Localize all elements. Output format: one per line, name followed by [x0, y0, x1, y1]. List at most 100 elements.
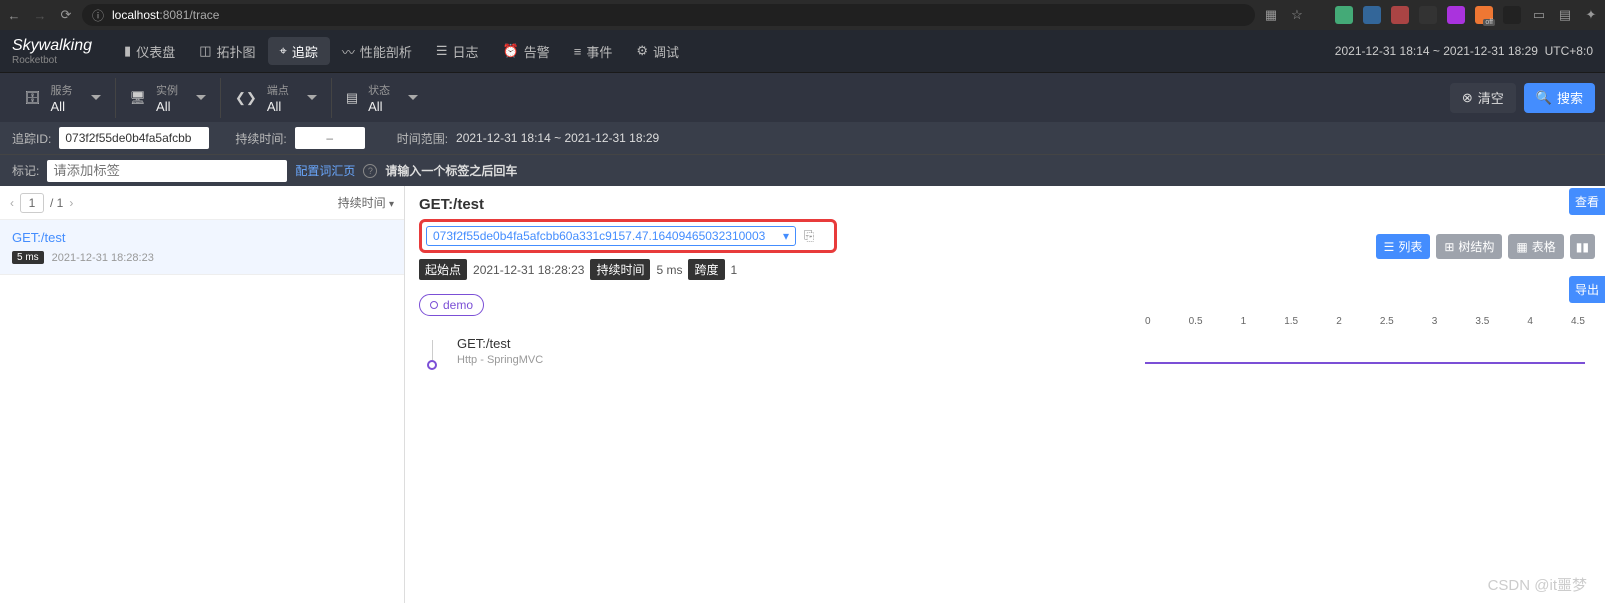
- ext-icon-1[interactable]: [1335, 6, 1353, 24]
- nav-trace[interactable]: ⌖追踪: [268, 37, 330, 65]
- monitor-icon: 🖥: [130, 90, 147, 106]
- log-icon: ☰: [436, 43, 448, 59]
- search-button[interactable]: 🔍搜索: [1524, 83, 1595, 113]
- chevron-down-icon: ▾: [783, 229, 789, 243]
- browser-toolbar: ← → ⟳ ⓘ localhost:8081/trace ▦ ☆ off ▭ ▤…: [0, 0, 1605, 30]
- span-marker: [427, 336, 437, 370]
- circle-icon: [430, 301, 438, 309]
- trace-list-item[interactable]: GET:/test 5 ms 2021-12-31 18:28:23: [0, 220, 404, 275]
- app-header: Skywalking Rocketbot ▮仪表盘 ◫拓扑图 ⌖追踪 〰性能剖析…: [0, 30, 1605, 72]
- nav-log[interactable]: ☰日志: [424, 37, 491, 65]
- trace-id-select[interactable]: 073f2f55de0b4fa5afcbb60a331c9157.47.1640…: [426, 226, 796, 246]
- copy-icon[interactable]: ⎘: [804, 228, 814, 244]
- see-button[interactable]: 查看: [1569, 188, 1605, 215]
- start-label: 起始点: [419, 259, 467, 280]
- view-stats-button[interactable]: ▮▮: [1570, 234, 1595, 259]
- trace-id-input[interactable]: [59, 127, 209, 149]
- meta-row: 起始点 2021-12-31 18:28:23 持续时间 5 ms 跨度 1: [419, 259, 1591, 280]
- chevron-down-icon: [196, 95, 206, 100]
- logo[interactable]: Skywalking Rocketbot: [12, 37, 92, 66]
- logo-sub: Rocketbot: [12, 55, 92, 66]
- url-path: /trace: [189, 8, 219, 22]
- span-bar[interactable]: [1145, 362, 1585, 364]
- alarm-icon: ⏰: [503, 43, 519, 59]
- service-tag[interactable]: demo: [419, 294, 484, 316]
- tag-input[interactable]: [47, 160, 287, 182]
- ext-icon-4[interactable]: [1419, 6, 1437, 24]
- reload-icon[interactable]: ⟳: [58, 7, 74, 23]
- debug-icon: ⚙: [636, 43, 648, 59]
- main-area: ‹ 1 / 1 › 持续时间 ▾ GET:/test 5 ms 2021-12-…: [0, 186, 1605, 603]
- help-icon[interactable]: ?: [363, 164, 377, 178]
- topo-icon: ◫: [199, 43, 211, 59]
- trace-item-name: GET:/test: [12, 230, 392, 245]
- page-total: / 1: [50, 196, 63, 210]
- tree-icon: ⊞: [1444, 240, 1454, 254]
- star-icon[interactable]: ☆: [1289, 7, 1305, 23]
- grid-icon[interactable]: ▦: [1263, 7, 1279, 23]
- ext-icon-2[interactable]: [1363, 6, 1381, 24]
- detail-title: GET:/test: [419, 196, 1591, 213]
- db-icon: 🗄: [24, 90, 41, 106]
- chat-icon[interactable]: ▭: [1531, 7, 1547, 23]
- nav-event[interactable]: ≡事件: [562, 37, 625, 65]
- timerange-value: 2021-12-31 18:14 ~ 2021-12-31 18:29: [456, 131, 659, 145]
- view-list-button[interactable]: ☰列表: [1376, 234, 1431, 259]
- chevron-down-icon: [91, 95, 101, 100]
- ext-icon-3[interactable]: [1391, 6, 1409, 24]
- params-row-2: 标记: 配置词汇页 ? 请输入一个标签之后回车: [0, 154, 1605, 186]
- nav-profile[interactable]: 〰性能剖析: [330, 37, 424, 65]
- span-info: GET:/test Http - SpringMVC: [457, 336, 543, 366]
- tag-hint: 请输入一个标签之后回车: [385, 162, 517, 179]
- ext-icon-7[interactable]: [1503, 6, 1521, 24]
- trace-id-box: 073f2f55de0b4fa5afcbb60a331c9157.47.1640…: [419, 219, 837, 253]
- trace-detail-panel: 查看 GET:/test 073f2f55de0b4fa5afcbb60a331…: [405, 186, 1605, 603]
- span-value: 1: [731, 263, 738, 277]
- ext-icon-6[interactable]: off: [1475, 6, 1493, 24]
- filter-endpoint[interactable]: ❮❯ 端点All: [221, 78, 332, 118]
- duration-input[interactable]: [295, 127, 365, 149]
- view-tree-button[interactable]: ⊞树结构: [1436, 234, 1502, 259]
- nav-topo[interactable]: ◫拓扑图: [187, 37, 267, 65]
- close-icon: ⊗: [1462, 90, 1473, 106]
- nav-dashboard[interactable]: ▮仪表盘: [112, 37, 187, 65]
- trace-item-duration: 5 ms: [12, 251, 44, 264]
- nav-alarm[interactable]: ⏰告警: [491, 37, 562, 65]
- qr-icon[interactable]: ▤: [1557, 7, 1573, 23]
- back-icon[interactable]: ←: [6, 7, 22, 23]
- circle-icon: [427, 360, 437, 370]
- page-prev[interactable]: ‹: [10, 196, 14, 210]
- sort-select[interactable]: 持续时间 ▾: [338, 194, 394, 211]
- page-current[interactable]: 1: [20, 193, 44, 213]
- params-row-1: 追踪ID: 持续时间: 时间范围: 2021-12-31 18:14 ~ 202…: [0, 122, 1605, 154]
- start-value: 2021-12-31 18:28:23: [473, 263, 584, 277]
- pager: ‹ 1 / 1 ›: [10, 193, 73, 213]
- view-buttons: ☰列表 ⊞树结构 ▦表格 ▮▮: [1376, 234, 1595, 259]
- clear-button[interactable]: ⊗清空: [1450, 83, 1516, 113]
- url-bar[interactable]: ⓘ localhost:8081/trace: [82, 4, 1255, 26]
- trace-id-label: 追踪ID:: [12, 130, 51, 147]
- puzzle-icon[interactable]: ✦: [1583, 7, 1599, 23]
- filter-service[interactable]: 🗄 服务All: [10, 78, 116, 118]
- filter-state[interactable]: ▤ 状态All: [332, 78, 432, 118]
- span-label: 跨度: [688, 259, 724, 280]
- trace-list-panel: ‹ 1 / 1 › 持续时间 ▾ GET:/test 5 ms 2021-12-…: [0, 186, 405, 603]
- nav-debug[interactable]: ⚙调试: [624, 37, 691, 65]
- browser-right-icons: ▦ ☆ off ▭ ▤ ✦: [1263, 6, 1599, 24]
- info-icon[interactable]: ⓘ: [90, 7, 106, 23]
- page-next[interactable]: ›: [69, 196, 73, 210]
- header-timerange[interactable]: 2021-12-31 18:14 ~ 2021-12-31 18:29 UTC+…: [1335, 44, 1593, 58]
- word-link[interactable]: 配置词汇页: [295, 162, 355, 179]
- forward-icon[interactable]: →: [32, 7, 48, 23]
- code-icon: ❮❯: [235, 90, 257, 106]
- trace-item-ts: 2021-12-31 18:28:23: [52, 252, 154, 264]
- filter-instance[interactable]: 🖥 实例All: [116, 78, 222, 118]
- stack-icon: ▤: [346, 90, 358, 106]
- duration-label: 持续时间:: [235, 130, 286, 147]
- export-button[interactable]: 导出: [1569, 276, 1605, 303]
- trace-icon: ⌖: [280, 43, 287, 59]
- view-table-button[interactable]: ▦表格: [1508, 234, 1563, 259]
- span-desc: Http - SpringMVC: [457, 354, 543, 366]
- pulse-icon: 〰: [342, 42, 355, 61]
- ext-icon-5[interactable]: [1447, 6, 1465, 24]
